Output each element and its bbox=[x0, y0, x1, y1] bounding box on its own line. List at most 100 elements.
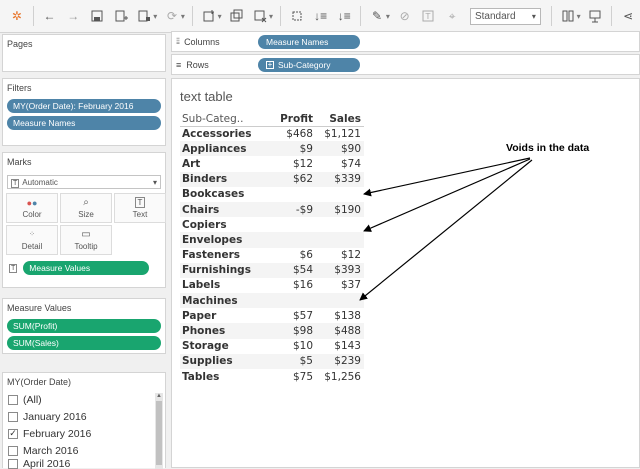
sales-cell[interactable]: $1,121 bbox=[316, 126, 364, 141]
presentation-mode-icon[interactable] bbox=[587, 7, 605, 25]
color-button[interactable]: ●● Color bbox=[6, 193, 58, 223]
profit-cell[interactable]: $62 bbox=[268, 171, 316, 187]
profit-cell[interactable]: $6 bbox=[268, 248, 316, 263]
highlight-icon[interactable]: ✎ bbox=[368, 7, 386, 25]
sales-cell[interactable] bbox=[316, 217, 364, 232]
sales-cell[interactable]: $138 bbox=[316, 308, 364, 323]
sub-category-cell[interactable]: Storage bbox=[180, 339, 268, 354]
sub-category-cell[interactable]: Supplies bbox=[180, 353, 268, 369]
profit-cell[interactable]: $54 bbox=[268, 262, 316, 278]
sub-category-cell[interactable]: Paper bbox=[180, 308, 268, 323]
checkbox[interactable] bbox=[8, 411, 18, 422]
rows-pill-sub-category[interactable]: + Sub-Category bbox=[258, 57, 360, 72]
size-button[interactable]: ⌕ Size bbox=[60, 193, 112, 223]
sales-cell[interactable]: $488 bbox=[316, 323, 364, 339]
sales-cell[interactable]: $190 bbox=[316, 201, 364, 218]
measure-pill-sum-sales[interactable]: SUM(Sales) bbox=[7, 336, 161, 350]
filter-pill-order-date[interactable]: MY(Order Date): February 2016 bbox=[7, 99, 161, 113]
filter-item-january-2016[interactable]: January 2016 bbox=[3, 408, 165, 425]
sales-cell[interactable]: $143 bbox=[316, 339, 364, 354]
sub-category-cell[interactable]: Phones bbox=[180, 323, 268, 339]
duplicate-sheet-icon[interactable] bbox=[228, 7, 246, 25]
sales-cell[interactable]: $74 bbox=[316, 156, 364, 171]
dropdown-caret-icon[interactable]: ▾ bbox=[577, 12, 581, 21]
filter-pill-measure-names[interactable]: Measure Names bbox=[7, 116, 161, 130]
new-worksheet-icon[interactable] bbox=[200, 7, 218, 25]
measure-pill-sum-profit[interactable]: SUM(Profit) bbox=[7, 319, 161, 333]
sales-cell[interactable] bbox=[316, 293, 364, 309]
sub-category-cell[interactable]: Tables bbox=[180, 369, 268, 384]
pause-updates-icon[interactable] bbox=[136, 7, 154, 25]
save-icon[interactable] bbox=[88, 7, 106, 25]
sub-category-cell[interactable]: Bookcases bbox=[180, 187, 268, 202]
dropdown-caret-icon[interactable]: ▾ bbox=[218, 12, 222, 21]
redo-icon[interactable]: → bbox=[64, 7, 82, 25]
tableau-logo-icon[interactable]: ✲ bbox=[8, 7, 26, 25]
clear-sheet-icon[interactable] bbox=[251, 7, 269, 25]
dropdown-caret-icon[interactable]: ▾ bbox=[269, 12, 273, 21]
show-mark-labels-icon[interactable]: T bbox=[420, 7, 438, 25]
detail-button[interactable]: ⁘ Detail bbox=[6, 225, 58, 255]
sub-category-cell[interactable]: Art bbox=[180, 156, 268, 171]
sales-cell[interactable]: $37 bbox=[316, 278, 364, 293]
sales-cell[interactable]: $12 bbox=[316, 248, 364, 263]
sales-cell[interactable] bbox=[316, 187, 364, 202]
profit-cell[interactable]: -$9 bbox=[268, 201, 316, 218]
sub-category-cell[interactable]: Appliances bbox=[180, 141, 268, 157]
text-button[interactable]: T Text bbox=[114, 193, 166, 223]
header-sub-category[interactable]: Sub-Categ.. bbox=[180, 112, 268, 127]
share-icon[interactable]: ⋖ bbox=[619, 7, 637, 25]
scroll-up-icon[interactable]: ▲ bbox=[156, 393, 162, 399]
checkbox[interactable] bbox=[8, 445, 18, 456]
dropdown-caret-icon[interactable]: ▾ bbox=[386, 12, 390, 21]
dropdown-caret-icon[interactable]: ▾ bbox=[153, 12, 157, 21]
tooltip-button[interactable]: ▭ Tooltip bbox=[60, 225, 112, 255]
new-data-source-icon[interactable] bbox=[112, 7, 130, 25]
filter-item-february-2016[interactable]: ✓ February 2016 bbox=[3, 425, 165, 442]
profit-cell[interactable] bbox=[268, 187, 316, 202]
sales-cell[interactable]: $90 bbox=[316, 141, 364, 157]
sub-category-cell[interactable]: Furnishings bbox=[180, 262, 268, 278]
profit-cell[interactable]: $10 bbox=[268, 339, 316, 354]
checkbox-checked[interactable]: ✓ bbox=[8, 428, 18, 439]
filter-scrollbar[interactable] bbox=[155, 393, 163, 469]
sub-category-cell[interactable]: Labels bbox=[180, 278, 268, 293]
sub-category-cell[interactable]: Accessories bbox=[180, 126, 268, 141]
sales-cell[interactable]: $393 bbox=[316, 262, 364, 278]
pin-axes-icon[interactable]: ⌖ bbox=[443, 7, 461, 25]
profit-cell[interactable] bbox=[268, 293, 316, 309]
header-profit[interactable]: Profit bbox=[268, 112, 316, 127]
sub-category-cell[interactable]: Machines bbox=[180, 293, 268, 309]
sort-descending-icon[interactable]: ↓≡ bbox=[335, 7, 353, 25]
sales-cell[interactable]: $239 bbox=[316, 353, 364, 369]
mark-type-select[interactable]: T Automatic ▾ bbox=[7, 175, 161, 189]
undo-icon[interactable]: ← bbox=[41, 7, 59, 25]
dropdown-caret-icon[interactable]: ▾ bbox=[181, 12, 185, 21]
profit-cell[interactable] bbox=[268, 217, 316, 232]
profit-cell[interactable]: $57 bbox=[268, 308, 316, 323]
profit-cell[interactable]: $9 bbox=[268, 141, 316, 157]
header-sales[interactable]: Sales bbox=[316, 112, 364, 127]
profit-cell[interactable]: $468 bbox=[268, 126, 316, 141]
profit-cell[interactable]: $98 bbox=[268, 323, 316, 339]
sales-cell[interactable]: $339 bbox=[316, 171, 364, 187]
filter-item-all[interactable]: (All) bbox=[3, 391, 165, 408]
sales-cell[interactable]: $1,256 bbox=[316, 369, 364, 384]
profit-cell[interactable] bbox=[268, 232, 316, 248]
sub-category-cell[interactable]: Envelopes bbox=[180, 232, 268, 248]
refresh-icon[interactable]: ⟳ bbox=[163, 7, 181, 25]
marks-pill-measure-values[interactable]: Measure Values bbox=[23, 261, 150, 275]
filter-item-march-2016[interactable]: March 2016 bbox=[3, 442, 165, 459]
profit-cell[interactable]: $16 bbox=[268, 278, 316, 293]
sub-category-cell[interactable]: Binders bbox=[180, 171, 268, 187]
profit-cell[interactable]: $75 bbox=[268, 369, 316, 384]
sub-category-cell[interactable]: Fasteners bbox=[180, 248, 268, 263]
show-cards-icon[interactable] bbox=[559, 7, 577, 25]
columns-pill-measure-names[interactable]: Measure Names bbox=[258, 34, 360, 49]
sub-category-cell[interactable]: Chairs bbox=[180, 201, 268, 218]
checkbox[interactable] bbox=[8, 394, 18, 405]
profit-cell[interactable]: $12 bbox=[268, 156, 316, 171]
sales-cell[interactable] bbox=[316, 232, 364, 248]
scrollbar-thumb[interactable] bbox=[156, 401, 162, 465]
fit-select[interactable]: Standard ▾ bbox=[469, 7, 541, 25]
